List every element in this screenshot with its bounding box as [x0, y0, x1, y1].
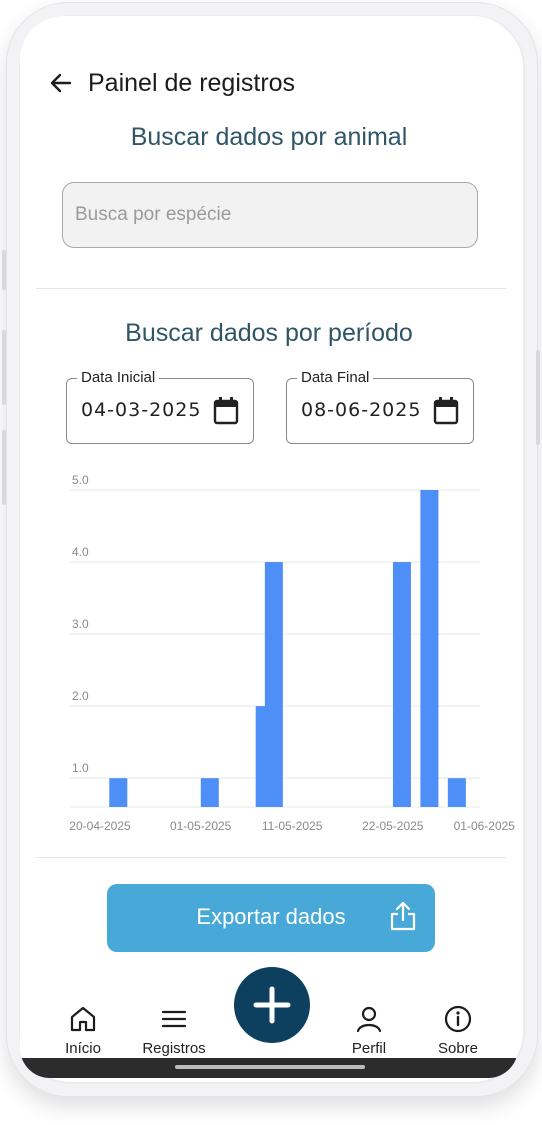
- mute-button: [2, 250, 6, 290]
- calendar-icon[interactable]: [213, 397, 239, 425]
- y-tick-label: 2.0: [72, 689, 89, 703]
- end-date-label: Data Final: [297, 368, 374, 388]
- volume-up-button: [2, 330, 6, 405]
- nav-item-profile[interactable]: Perfil: [329, 1004, 409, 1057]
- y-tick-label: 3.0: [72, 617, 89, 631]
- export-data-button[interactable]: Exportar dados: [107, 884, 435, 952]
- nav-label-about: Sobre: [437, 1040, 479, 1057]
- home-icon: [70, 1006, 96, 1032]
- nav-label-records: Registros: [142, 1040, 206, 1057]
- nav-item-about[interactable]: Sobre: [418, 1004, 498, 1057]
- plus-icon: [253, 986, 291, 1024]
- end-date-field[interactable]: Data Final 08-06-2025: [286, 368, 474, 444]
- end-date-value: 08-06-2025: [301, 399, 422, 421]
- start-date-label: Data Inicial: [77, 368, 160, 388]
- x-tick-label: 22-05-2025: [362, 819, 424, 833]
- x-tick-label: 01-05-2025: [170, 819, 232, 833]
- start-date-value: 04-03-2025: [81, 399, 202, 421]
- y-tick-label: 1.0: [72, 761, 89, 775]
- user-icon: [356, 1006, 382, 1033]
- add-record-button[interactable]: [234, 967, 310, 1043]
- nav-label-profile: Perfil: [351, 1040, 387, 1057]
- x-tick-label: 11-05-2025: [262, 819, 323, 833]
- y-tick-label: 4.0: [72, 545, 89, 559]
- y-tick-label: 5.0: [72, 473, 89, 487]
- start-date-field[interactable]: Data Inicial 04-03-2025: [66, 368, 254, 444]
- period-search-title: Buscar dados por período: [125, 319, 413, 347]
- info-icon: [444, 1005, 472, 1033]
- chart-bar: [392, 562, 411, 807]
- menu-list-icon: [161, 1010, 187, 1028]
- section-divider: [36, 288, 506, 289]
- section-divider: [36, 857, 506, 858]
- x-tick-label: 20-04-2025: [69, 819, 131, 833]
- volume-down-button: [2, 430, 6, 505]
- power-button: [536, 350, 540, 445]
- app-screen: Painel de registros Buscar dados por ani…: [20, 16, 518, 1078]
- chart-bar: [420, 490, 439, 807]
- calendar-icon[interactable]: [433, 397, 459, 425]
- species-search-field[interactable]: [62, 182, 478, 248]
- records-bar-chart: 1.0 2.0 3.0 4.0 5.0 20-04-2025 01-05-2025 11-05…: [69, 473, 516, 833]
- nav-label-home: Início: [65, 1040, 101, 1057]
- x-tick-label: 01-06-2025: [454, 819, 516, 833]
- arrow-left-icon: [50, 73, 72, 93]
- chart-bar: [447, 778, 466, 807]
- export-button-label: Exportar dados: [196, 904, 346, 929]
- nav-item-home[interactable]: Início: [43, 1004, 123, 1057]
- chart-bar: [200, 778, 219, 807]
- species-search-input[interactable]: [63, 183, 477, 247]
- animal-search-title: Buscar dados por animal: [130, 123, 408, 151]
- chart-bar: [109, 778, 128, 807]
- nav-item-records[interactable]: Registros: [134, 1004, 214, 1057]
- share-upload-icon: [390, 901, 416, 931]
- system-home-bar: [20, 1058, 518, 1078]
- page-title: Painel de registros: [88, 69, 296, 97]
- home-indicator: [175, 1065, 365, 1069]
- chart-bar: [264, 562, 283, 807]
- back-button[interactable]: [46, 68, 76, 98]
